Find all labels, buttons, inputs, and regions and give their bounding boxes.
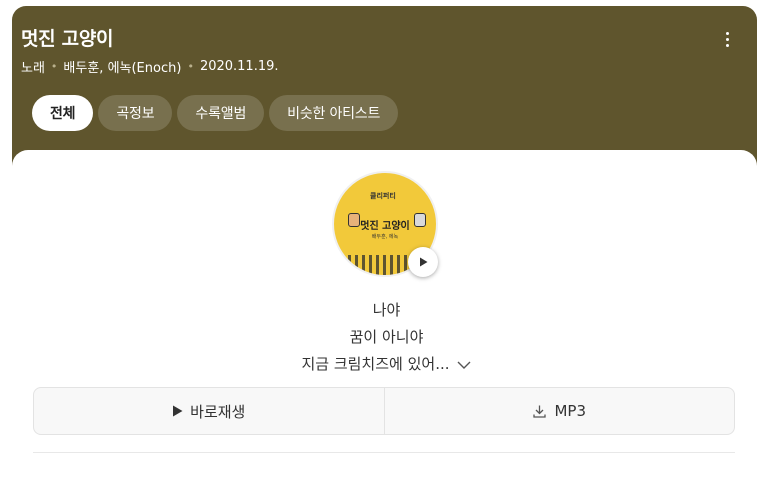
lyric-line: 지금 크림치즈에 있어... bbox=[301, 355, 450, 373]
play-icon bbox=[173, 405, 183, 417]
separator-dot: • bbox=[50, 60, 58, 73]
play-icon bbox=[420, 257, 428, 267]
chevron-down-icon bbox=[457, 361, 471, 369]
tab-similar-artists[interactable]: 비슷한 아티스트 bbox=[269, 95, 399, 131]
divider bbox=[33, 452, 735, 453]
separator-dot: • bbox=[187, 60, 194, 73]
tab-song-info[interactable]: 곡정보 bbox=[98, 95, 173, 131]
tab-all[interactable]: 전체 bbox=[32, 95, 94, 131]
tab-album[interactable]: 수록앨범 bbox=[177, 95, 265, 131]
play-now-button[interactable]: 바로재생 bbox=[34, 388, 384, 434]
lyric-line: 나야 bbox=[372, 301, 401, 319]
release-date: 2020.11.19. bbox=[199, 59, 279, 74]
lyrics-expand-toggle[interactable]: 지금 크림치즈에 있어... bbox=[301, 351, 471, 378]
category-label: 노래 bbox=[21, 61, 45, 76]
album-play-button[interactable] bbox=[408, 247, 438, 277]
song-meta: 노래 • 배두훈, 에녹(Enoch) • 2020.11.19. bbox=[21, 57, 279, 76]
album-logo: 클리퍼티 bbox=[370, 192, 396, 200]
action-bar: 바로재생 MP3 bbox=[33, 387, 735, 435]
mp3-download-button[interactable]: MP3 bbox=[383, 388, 735, 434]
album-cover-title: 멋진 고양이 bbox=[360, 221, 410, 232]
artist-names[interactable]: 배두훈, 에녹(Enoch) bbox=[63, 57, 181, 76]
lyrics-preview: 나야 꿈이 아니야 지금 크림치즈에 있어... bbox=[0, 297, 773, 378]
play-now-label: 바로재생 bbox=[190, 402, 246, 421]
song-title[interactable]: 멋진 고양이 bbox=[21, 24, 114, 51]
album-cover-artist: 배두훈, 에녹 bbox=[371, 234, 399, 240]
mp3-label: MP3 bbox=[554, 402, 587, 420]
more-options-icon[interactable] bbox=[724, 32, 730, 52]
download-icon bbox=[533, 405, 547, 418]
tab-bar: 전체 곡정보 수록앨범 비슷한 아티스트 bbox=[32, 95, 399, 131]
lyric-line: 꿈이 아니야 bbox=[349, 328, 424, 346]
